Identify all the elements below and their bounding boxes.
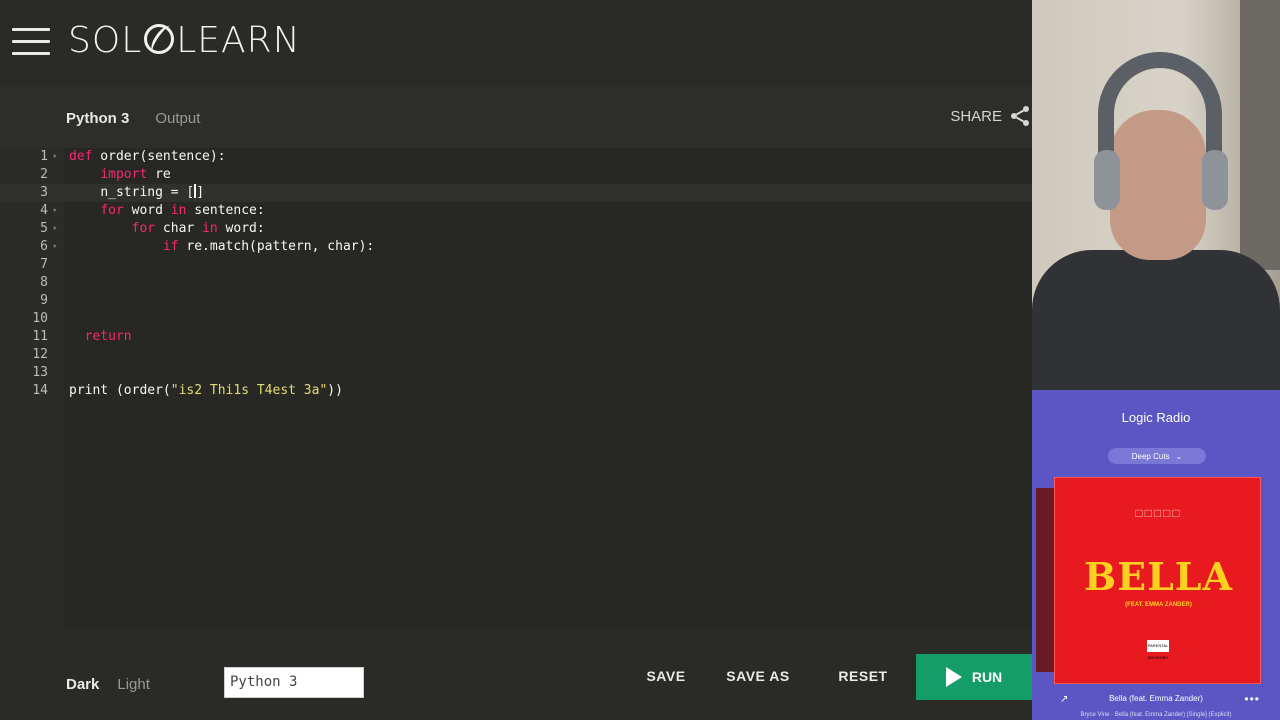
fold-arrow-icon[interactable]: ▾ [52,202,57,220]
logo-text-learn: LEARN [176,20,301,61]
webcam-doorframe [1240,0,1280,270]
line-number: 3 [40,185,48,200]
line-number: 7 [40,257,48,272]
sololearn-logo[interactable]: SOL LEARN [68,20,301,61]
code-line-6[interactable]: 6 ▾ if re.match(pattern, char): [0,238,1032,256]
theme-dark-button[interactable]: Dark [62,672,103,697]
fold-arrow-icon[interactable]: ▾ [52,148,57,166]
track-subtitle: Bryce Vine · Bella (feat. Emma Zander) [… [1080,712,1232,718]
line-number: 4 [40,203,48,218]
code-text: n_string = [] [100,184,205,200]
code-text: for char in word: [131,221,265,236]
line-number: 8 [40,275,48,290]
webcam-overlay [1032,0,1280,390]
language-select[interactable]: Python 3 [224,667,364,698]
code-line-3[interactable]: 3 n_string = [] [0,184,1032,202]
bottom-toolbar: Dark Light Python 3 SAVE SAVE AS RESET R… [0,626,1032,720]
code-text: print (order("is2 Thi1s T4est 3a")) [69,383,343,398]
code-line-7[interactable]: 7 [0,256,1032,274]
top-header: SOL LEARN [0,0,1032,86]
chevron-down-icon: ⌄ [1175,451,1183,461]
code-area[interactable]: 1 ▾ def order(sentence): 2 import re 3 n… [0,148,1032,626]
code-text: return [84,329,132,344]
share-icon [1011,106,1029,126]
code-text: def order(sentence): [69,149,226,164]
webcam-person-shirt [1032,250,1280,390]
code-text: import re [100,167,171,182]
code-line-11[interactable]: 11 return [0,328,1032,346]
play-icon [945,667,962,687]
save-as-button[interactable]: SAVE AS [716,656,800,696]
music-player-overlay: Logic Radio Deep Cuts ⌄ □□□□□ BELLA (FEA… [1032,390,1280,720]
line-number: 10 [32,311,48,326]
album-art-title: BELLA [1083,554,1233,599]
logo-text-sol: SOL [68,20,143,61]
code-line-8[interactable]: 8 [0,274,1032,292]
line-number: 12 [32,347,48,362]
album-art-boxes: □□□□□ [1135,506,1182,520]
hamburger-menu-icon[interactable] [12,28,50,58]
fold-arrow-icon[interactable]: ▾ [52,220,57,238]
code-line-12[interactable]: 12 [0,346,1032,364]
run-button[interactable]: RUN [916,654,1032,700]
line-number: 1 [40,149,48,164]
code-text: if re.match(pattern, char): [162,239,375,254]
tab-output[interactable]: Output [149,104,206,134]
code-line-2[interactable]: 2 import re [0,166,1032,184]
code-line-13[interactable]: 13 [0,364,1032,382]
station-title: Logic Radio [1121,410,1191,425]
code-line-1[interactable]: 1 ▾ def order(sentence): [0,148,1032,166]
tab-python3[interactable]: Python 3 [60,104,135,134]
album-art: □□□□□ BELLA (FEAT. EMMA ZANDER) PARENTAL… [1054,477,1261,684]
run-label: RUN [971,669,1003,685]
line-number: 9 [40,293,48,308]
parental-advisory-badge: PARENTAL ADVISORY [1147,640,1169,660]
editor-tabs: Python 3 Output [60,104,206,134]
line-number: 11 [32,329,48,344]
line-number: 6 [40,239,48,254]
fold-arrow-icon[interactable]: ▾ [52,238,57,256]
track-title: Bella (feat. Emma Zander) [1109,694,1203,703]
playlist-selector[interactable]: Deep Cuts ⌄ [1108,448,1206,464]
playlist-label: Deep Cuts [1131,451,1170,461]
code-text: for word in sentence: [100,203,265,218]
line-number: 14 [32,383,48,398]
theme-light-button[interactable]: Light [113,672,154,697]
line-number: 5 [40,221,48,236]
code-line-10[interactable]: 10 [0,310,1032,328]
share-button[interactable]: SHARE [950,104,1032,128]
headphone-earcup-left [1094,150,1120,210]
album-art-feature: (FEAT. EMMA ZANDER) [1125,602,1192,608]
more-icon[interactable]: ••• [1244,692,1260,706]
line-number: 2 [40,167,48,182]
logo-mark-icon [144,24,175,54]
line-number: 13 [32,365,48,380]
share-label: SHARE [950,107,1002,125]
code-line-5[interactable]: 5 ▾ for char in word: [0,220,1032,238]
theme-toggle: Dark Light [62,672,154,697]
code-line-14[interactable]: 14 print (order("is2 Thi1s T4est 3a")) [0,382,1032,400]
code-line-9[interactable]: 9 [0,292,1032,310]
code-line-4[interactable]: 4 ▾ for word in sentence: [0,202,1032,220]
save-button[interactable]: SAVE [634,656,698,696]
reset-button[interactable]: RESET [826,656,900,696]
code-editor-panel: Python 3 Output SHARE 1 ▾ def order(sent… [0,86,1032,626]
headphone-earcup-right [1202,150,1228,210]
